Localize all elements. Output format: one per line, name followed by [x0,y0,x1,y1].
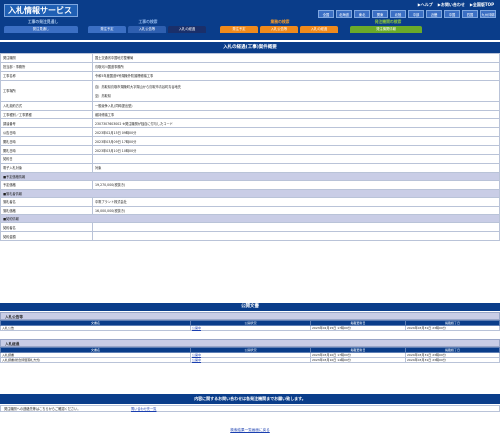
docs-section-title: 入札経過 [0,339,500,347]
doc-status-link[interactable]: 公開中 [192,358,201,362]
help-link[interactable]: ▶ヘルプ [418,2,433,8]
field-value: 一般競争入札(同時提出型) [92,100,500,111]
category-services: 業務の検索 発注予定 入札公告等 入札の経過 [220,19,340,33]
docs-table: 文書名 公開状況 掲載更新日 掲載終了日 入札公告 公開中 2023年02月15… [0,320,500,331]
field-value: 2023年03月09日 17時00分 [92,136,500,147]
table-row: 入札調書(総合評価落札方式) 公開中 2023年03月10日 14時00分 20… [0,357,500,363]
field-label: 予定価格 [0,179,93,190]
tab-service-progress[interactable]: 入札の経過 [300,26,338,33]
field-label: 工事種別／工事業種 [0,109,93,120]
region-tab[interactable]: 東北 [354,10,370,18]
region-tab[interactable]: 全国 [318,10,334,18]
category-agencies: 発注機関の検索 発注機関情報 [350,19,426,33]
back-to-results-link[interactable]: 検索結果一覧画面に戻る [230,428,270,432]
region-tab[interactable]: 北海道 [336,10,352,18]
doc-updated: 2023年02月15日 17時00分 [310,325,406,331]
location-to: 至）鳥取県 [95,93,111,98]
field-label: 担当部・事務所 [0,61,93,72]
field-label: 落札者名 [0,196,93,207]
category-title: 発注機関の検索 [374,19,402,24]
field-value: 中電プラント株式会社 [92,196,500,207]
field-label: 落札価格 [0,205,93,216]
field-value [92,222,500,233]
field-label: 発注機関 [0,53,93,63]
doc-status-link[interactable]: 公開中 [192,353,201,357]
doc-status-link[interactable]: 公開中 [192,326,201,330]
category-outlook: 工事の発注見通し 発注見通し [4,19,82,33]
docs-section-title: 入札公告等 [0,312,500,320]
region-tabs: 全国 北海道 東北 関東 北陸 中部 近畿 中国 四国 九州沖縄 [318,10,496,18]
region-tab[interactable]: 中部 [408,10,424,18]
public-docs-title: 公開文書 [0,303,500,311]
region-tab[interactable]: 北陸 [390,10,406,18]
region-tab[interactable]: 近畿 [426,10,442,18]
tab-construction-plan[interactable]: 発注予定 [88,26,126,33]
contact-notice: 内容に関するお問い合わせは各発注機関までお願い致します。 [0,394,500,404]
tab-agency-info[interactable]: 発注機関情報 [350,26,422,33]
group-title: ■落札者情報 [0,188,500,198]
public-docs-progress-section: 入札経過 文書名 公開状況 掲載更新日 掲載終了日 入札調書 公開中 2023年… [0,339,500,363]
field-label: 開札日時 [0,136,93,147]
region-tab[interactable]: 中国 [444,10,460,18]
category-title: 工事の検索 [138,19,158,24]
region-tab[interactable]: 関東 [372,10,388,18]
doc-name: 入札公告 [0,325,191,331]
group-title: ■契約情報 [0,214,500,224]
doc-updated: 2023年03月10日 14時00分 [310,357,406,363]
field-label: 工事名称 [0,70,93,81]
region-tab[interactable]: 四国 [462,10,478,18]
site-title: 入札情報サービス [8,6,72,15]
doc-end: 2024年03月31日 23時00分 [405,357,500,363]
field-label: 入札契約方式 [0,100,93,111]
field-value [92,231,500,242]
tab-service-plan[interactable]: 発注予定 [220,26,258,33]
field-label: 電子入札対象 [0,162,93,173]
field-label: 工事場所 [0,79,93,102]
field-value: 2023年02月15日 09時00分 [92,127,500,138]
summary-table: 発注機関 国土交通省中国地方整備局 担当部・事務所 鳥取河川国道事務所 工事名称 令和… [0,53,500,242]
field-value: 自）鳥取県鳥取市湖陵町大字湖山から鳥取市青谷町青谷地先 至）鳥取県 [92,79,500,102]
category-title: 業務の検索 [270,19,290,24]
page-title: 入札の経過(工事)案件概要 [0,42,500,53]
field-value: 2023年03月10日 10時00分 [92,145,500,156]
doc-end: 2024年03月31日 23時00分 [405,325,500,331]
site-header: 入札情報サービス ▶ヘルプ ▶お問い合わせ ▶全国版TOP 全国 北海道 東北 … [0,0,500,40]
doc-name: 入札調書(総合評価落札方式) [0,357,191,363]
table-row: 入札公告 公開中 2023年02月15日 17時00分 2024年03月31日 … [0,325,500,331]
back-to-results: 検索結果一覧画面に戻る [0,428,500,433]
contact-label: 発注機関への連絡先等はこちらからご確認ください。 [4,407,81,411]
field-value: 鳥取河川国道事務所 [92,61,500,72]
tab-outlook[interactable]: 発注見通し [4,26,78,33]
field-label: 調達番号 [0,118,93,129]
category-title: 工事の発注見通し [27,19,59,24]
national-top-link[interactable]: ▶全国版TOP [470,2,494,8]
tab-service-notice[interactable]: 入札公告等 [260,26,298,33]
docs-table: 文書名 公開状況 掲載更新日 掲載終了日 入札調書 公開中 2023年03月10… [0,347,500,363]
field-value: 16,000,000(税抜き) [92,205,500,216]
contact-link[interactable]: ▶お問い合わせ [438,2,465,8]
field-value: 19,270,000(税抜き) [92,179,500,190]
field-label: 契約者名 [0,222,93,233]
field-value: 国土交通省中国地方整備局 [92,53,500,63]
tab-construction-notice[interactable]: 入札公告等 [128,26,166,33]
group-title: ■予定価格情報 [0,171,500,181]
field-label: 契約日 [0,154,93,164]
field-label: 公告日時 [0,127,93,138]
public-docs-notice-section: 入札公告等 文書名 公開状況 掲載更新日 掲載終了日 入札公告 公開中 2023… [0,312,500,331]
field-label: 開札日時 [0,145,93,156]
contact-list-link[interactable]: 問い合わせ先一覧 [131,406,157,413]
field-value [92,154,500,164]
field-value: 2307307603002 ※発注機関が独自に付与したコード [92,118,500,129]
field-label: 契約金額 [0,231,93,242]
top-links: ▶ヘルプ ▶お問い合わせ ▶全国版TOP [418,2,494,8]
site-logo[interactable]: 入札情報サービス [4,4,78,17]
field-value: 対象 [92,162,500,173]
field-value: 維持修繕工事 [92,109,500,120]
location-from: 自）鳥取県鳥取市湖陵町大字湖山から鳥取市青谷町青谷地先 [95,84,182,89]
contact-row: 発注機関への連絡先等はこちらからご確認ください。 問い合わせ先一覧 [0,405,500,412]
category-construction: 工事の検索 発注予定 入札公告等 入札の経過 [88,19,208,33]
field-value: 令和5年度国道9号湖陵外防護柵修繕工事 [92,70,500,81]
region-tab[interactable]: 九州沖縄 [480,10,496,18]
tab-construction-progress[interactable]: 入札の経過 [168,26,206,33]
